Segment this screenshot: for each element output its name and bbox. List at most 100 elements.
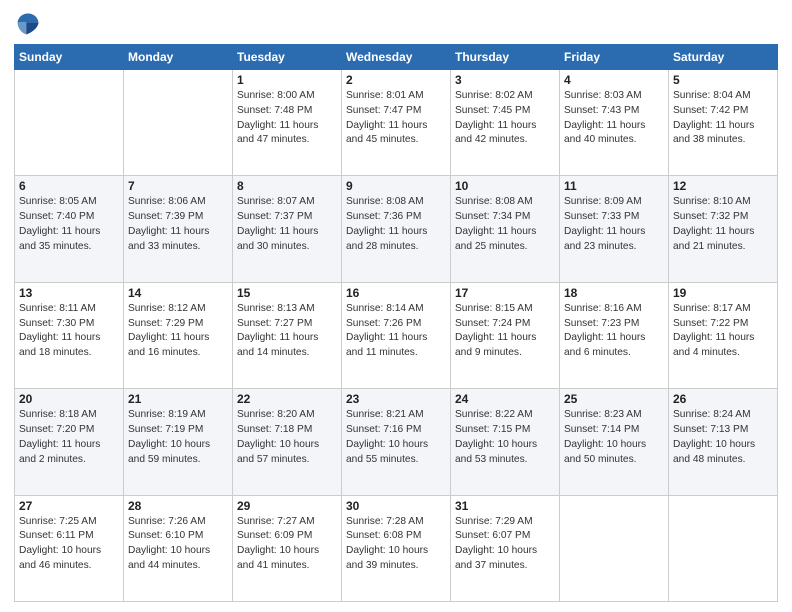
calendar: SundayMondayTuesdayWednesdayThursdayFrid… bbox=[14, 44, 778, 602]
day-info: Sunrise: 7:28 AMSunset: 6:08 PMDaylight:… bbox=[346, 515, 446, 574]
day-info: Sunrise: 8:20 AMSunset: 7:18 PMDaylight:… bbox=[237, 408, 337, 467]
day-cell-9: 9Sunrise: 8:08 AMSunset: 7:36 PMDaylight… bbox=[342, 176, 451, 282]
day-number: 27 bbox=[19, 499, 119, 513]
day-number: 1 bbox=[237, 73, 337, 87]
day-cell-2: 2 Sunrise: 8:01 AMSunset: 7:47 PMDaylight… bbox=[342, 70, 451, 176]
day-info: Sunrise: 7:25 AMSunset: 6:11 PMDaylight:… bbox=[19, 515, 119, 574]
day-cell-18: 18 Sunrise: 8:16 AMSunset: 7:23 PMDayligh… bbox=[560, 282, 669, 388]
day-info: Sunrise: 8:07 AMSunset: 7:37 PMDaylight:… bbox=[237, 195, 337, 254]
day-cell-17: 17 Sunrise: 8:15 AMSunset: 7:24 PMDayligh… bbox=[451, 282, 560, 388]
day-cell-22: 22Sunrise: 8:20 AMSunset: 7:18 PMDayligh… bbox=[233, 389, 342, 495]
day-info: Sunrise: 8:01 AMSunset: 7:47 PMDaylight:… bbox=[346, 89, 446, 148]
day-number: 4 bbox=[564, 73, 664, 87]
day-info: Sunrise: 8:00 AMSunset: 7:48 PMDaylight:… bbox=[237, 89, 337, 148]
weekday-header-sunday: Sunday bbox=[15, 45, 124, 70]
empty-cell bbox=[15, 70, 124, 176]
day-info: Sunrise: 8:08 AMSunset: 7:34 PMDaylight:… bbox=[455, 195, 555, 254]
day-number: 18 bbox=[564, 286, 664, 300]
weekday-header-row: SundayMondayTuesdayWednesdayThursdayFrid… bbox=[15, 45, 778, 70]
day-info: Sunrise: 8:15 AMSunset: 7:24 PMDaylight:… bbox=[455, 302, 555, 361]
day-number: 16 bbox=[346, 286, 446, 300]
day-number: 7 bbox=[128, 179, 228, 193]
day-number: 28 bbox=[128, 499, 228, 513]
day-info: Sunrise: 8:03 AMSunset: 7:43 PMDaylight:… bbox=[564, 89, 664, 148]
day-number: 21 bbox=[128, 392, 228, 406]
day-info: Sunrise: 8:04 AMSunset: 7:42 PMDaylight:… bbox=[673, 89, 773, 148]
day-info: Sunrise: 8:24 AMSunset: 7:13 PMDaylight:… bbox=[673, 408, 773, 467]
day-cell-25: 25 Sunrise: 8:23 AMSunset: 7:14 PMDayligh… bbox=[560, 389, 669, 495]
day-info: Sunrise: 8:09 AMSunset: 7:33 PMDaylight:… bbox=[564, 195, 664, 254]
day-info: Sunrise: 8:12 AMSunset: 7:29 PMDaylight:… bbox=[128, 302, 228, 361]
day-number: 31 bbox=[455, 499, 555, 513]
day-number: 20 bbox=[19, 392, 119, 406]
day-cell-23: 23Sunrise: 8:21 AMSunset: 7:16 PMDayligh… bbox=[342, 389, 451, 495]
day-number: 19 bbox=[673, 286, 773, 300]
day-cell-6: 6 Sunrise: 8:05 AMSunset: 7:40 PMDaylight… bbox=[15, 176, 124, 282]
day-number: 15 bbox=[237, 286, 337, 300]
day-number: 26 bbox=[673, 392, 773, 406]
day-cell-3: 3Sunrise: 8:02 AMSunset: 7:45 PMDaylight… bbox=[451, 70, 560, 176]
day-cell-16: 16 Sunrise: 8:14 AMSunset: 7:26 PMDayligh… bbox=[342, 282, 451, 388]
day-info: Sunrise: 8:08 AMSunset: 7:36 PMDaylight:… bbox=[346, 195, 446, 254]
day-number: 29 bbox=[237, 499, 337, 513]
logo bbox=[14, 10, 46, 38]
weekday-header-tuesday: Tuesday bbox=[233, 45, 342, 70]
header bbox=[14, 10, 778, 38]
day-cell-13: 13 Sunrise: 8:11 AMSunset: 7:30 PMDayligh… bbox=[15, 282, 124, 388]
week-row-2: 6 Sunrise: 8:05 AMSunset: 7:40 PMDaylight… bbox=[15, 176, 778, 282]
day-cell-20: 20 Sunrise: 8:18 AMSunset: 7:20 PMDayligh… bbox=[15, 389, 124, 495]
day-number: 24 bbox=[455, 392, 555, 406]
weekday-header-friday: Friday bbox=[560, 45, 669, 70]
day-number: 13 bbox=[19, 286, 119, 300]
day-info: Sunrise: 8:13 AMSunset: 7:27 PMDaylight:… bbox=[237, 302, 337, 361]
day-cell-14: 14 Sunrise: 8:12 AMSunset: 7:29 PMDayligh… bbox=[124, 282, 233, 388]
day-cell-19: 19 Sunrise: 8:17 AMSunset: 7:22 PMDayligh… bbox=[669, 282, 778, 388]
day-info: Sunrise: 7:27 AMSunset: 6:09 PMDaylight:… bbox=[237, 515, 337, 574]
day-cell-27: 27 Sunrise: 7:25 AMSunset: 6:11 PMDayligh… bbox=[15, 495, 124, 601]
weekday-header-thursday: Thursday bbox=[451, 45, 560, 70]
week-row-4: 20 Sunrise: 8:18 AMSunset: 7:20 PMDayligh… bbox=[15, 389, 778, 495]
day-number: 6 bbox=[19, 179, 119, 193]
day-number: 2 bbox=[346, 73, 446, 87]
day-info: Sunrise: 8:10 AMSunset: 7:32 PMDaylight:… bbox=[673, 195, 773, 254]
empty-cell bbox=[669, 495, 778, 601]
week-row-3: 13 Sunrise: 8:11 AMSunset: 7:30 PMDayligh… bbox=[15, 282, 778, 388]
day-number: 23 bbox=[346, 392, 446, 406]
day-cell-5: 5 Sunrise: 8:04 AMSunset: 7:42 PMDaylight… bbox=[669, 70, 778, 176]
day-number: 12 bbox=[673, 179, 773, 193]
week-row-5: 27 Sunrise: 7:25 AMSunset: 6:11 PMDayligh… bbox=[15, 495, 778, 601]
day-cell-12: 12 Sunrise: 8:10 AMSunset: 7:32 PMDayligh… bbox=[669, 176, 778, 282]
empty-cell bbox=[560, 495, 669, 601]
day-info: Sunrise: 8:14 AMSunset: 7:26 PMDaylight:… bbox=[346, 302, 446, 361]
day-number: 10 bbox=[455, 179, 555, 193]
day-cell-4: 4 Sunrise: 8:03 AMSunset: 7:43 PMDaylight… bbox=[560, 70, 669, 176]
day-cell-28: 28Sunrise: 7:26 AMSunset: 6:10 PMDayligh… bbox=[124, 495, 233, 601]
day-number: 25 bbox=[564, 392, 664, 406]
day-info: Sunrise: 8:18 AMSunset: 7:20 PMDaylight:… bbox=[19, 408, 119, 467]
day-cell-11: 11Sunrise: 8:09 AMSunset: 7:33 PMDayligh… bbox=[560, 176, 669, 282]
week-row-1: 1 Sunrise: 8:00 AMSunset: 7:48 PMDaylight… bbox=[15, 70, 778, 176]
day-info: Sunrise: 8:23 AMSunset: 7:14 PMDaylight:… bbox=[564, 408, 664, 467]
day-cell-7: 7Sunrise: 8:06 AMSunset: 7:39 PMDaylight… bbox=[124, 176, 233, 282]
day-info: Sunrise: 8:02 AMSunset: 7:45 PMDaylight:… bbox=[455, 89, 555, 148]
day-info: Sunrise: 8:16 AMSunset: 7:23 PMDaylight:… bbox=[564, 302, 664, 361]
day-cell-26: 26 Sunrise: 8:24 AMSunset: 7:13 PMDayligh… bbox=[669, 389, 778, 495]
day-cell-21: 21 Sunrise: 8:19 AMSunset: 7:19 PMDayligh… bbox=[124, 389, 233, 495]
day-info: Sunrise: 8:11 AMSunset: 7:30 PMDaylight:… bbox=[19, 302, 119, 361]
day-info: Sunrise: 8:22 AMSunset: 7:15 PMDaylight:… bbox=[455, 408, 555, 467]
day-info: Sunrise: 8:17 AMSunset: 7:22 PMDaylight:… bbox=[673, 302, 773, 361]
day-number: 17 bbox=[455, 286, 555, 300]
day-number: 5 bbox=[673, 73, 773, 87]
day-cell-31: 31Sunrise: 7:29 AMSunset: 6:07 PMDayligh… bbox=[451, 495, 560, 601]
day-number: 14 bbox=[128, 286, 228, 300]
day-cell-1: 1 Sunrise: 8:00 AMSunset: 7:48 PMDaylight… bbox=[233, 70, 342, 176]
day-info: Sunrise: 8:19 AMSunset: 7:19 PMDaylight:… bbox=[128, 408, 228, 467]
day-info: Sunrise: 8:05 AMSunset: 7:40 PMDaylight:… bbox=[19, 195, 119, 254]
weekday-header-wednesday: Wednesday bbox=[342, 45, 451, 70]
day-cell-15: 15 Sunrise: 8:13 AMSunset: 7:27 PMDayligh… bbox=[233, 282, 342, 388]
empty-cell bbox=[124, 70, 233, 176]
weekday-header-saturday: Saturday bbox=[669, 45, 778, 70]
page: SundayMondayTuesdayWednesdayThursdayFrid… bbox=[0, 0, 792, 612]
day-cell-30: 30Sunrise: 7:28 AMSunset: 6:08 PMDayligh… bbox=[342, 495, 451, 601]
day-number: 8 bbox=[237, 179, 337, 193]
